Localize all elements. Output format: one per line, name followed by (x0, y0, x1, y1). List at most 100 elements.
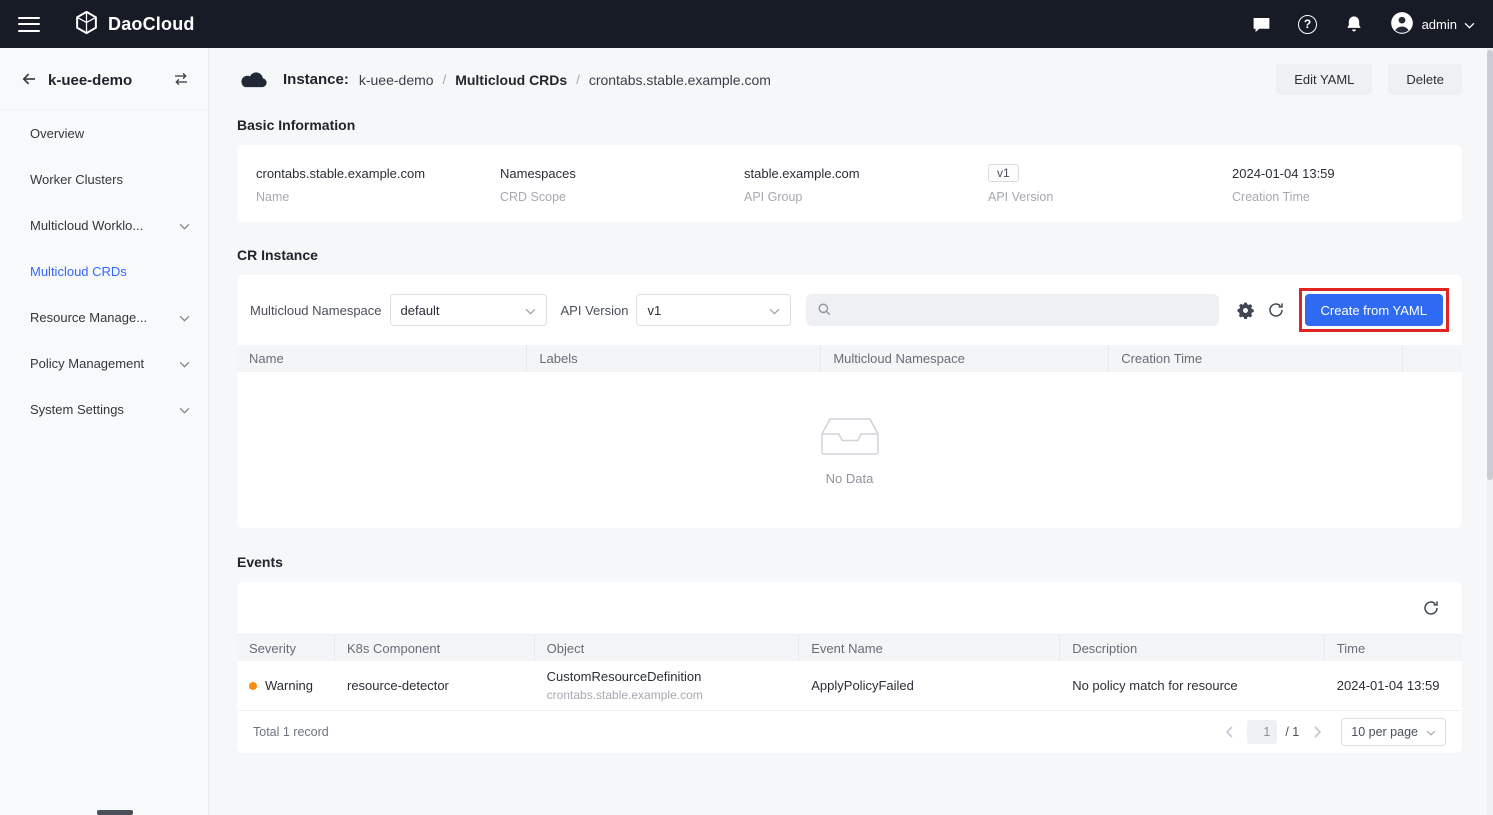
namespace-select[interactable]: default (390, 294, 547, 326)
refresh-icon[interactable] (1261, 295, 1291, 325)
no-data-icon (817, 414, 883, 461)
page-total-label: / 1 (1285, 725, 1299, 739)
annotation-highlight-box: Create from YAML (1299, 288, 1449, 332)
daocloud-logo-icon (74, 10, 99, 38)
page-header: Instance: k-uee-demo / Multicloud CRDs /… (237, 64, 1462, 95)
object-name: crontabs.stable.example.com (547, 688, 788, 702)
bell-icon[interactable] (1343, 13, 1365, 35)
instance-label: Instance: (283, 71, 349, 88)
breadcrumb-cluster[interactable]: k-uee-demo (359, 72, 434, 88)
chevron-down-icon (769, 303, 780, 318)
breadcrumb-separator: / (576, 72, 580, 87)
events-refresh-icon[interactable] (1416, 593, 1446, 623)
search-box[interactable] (806, 294, 1218, 326)
main-content: Instance: k-uee-demo / Multicloud CRDs /… (209, 48, 1493, 815)
description-value: No policy match for resource (1060, 672, 1325, 699)
field-api-version: v1 API Version (988, 162, 1232, 204)
breadcrumb-separator: / (443, 72, 447, 87)
column-object: Object (535, 635, 800, 661)
chevron-down-icon (525, 303, 536, 318)
sidebar-item-multicloud-workloads[interactable]: Multicloud Worklo... (0, 202, 208, 248)
api-version-tag: v1 (988, 164, 1019, 182)
chevron-down-icon (1464, 17, 1475, 32)
column-creation-time: Creation Time (1109, 345, 1403, 372)
next-page-icon[interactable] (1307, 722, 1327, 742)
component-value: resource-detector (335, 672, 535, 699)
cr-instance-title: CR Instance (237, 247, 1462, 263)
column-labels: Labels (527, 345, 821, 372)
field-crd-scope: Namespaces CRD Scope (500, 162, 744, 204)
sidebar-item-policy-management[interactable]: Policy Management (0, 340, 208, 386)
sidebar-item-worker-clusters[interactable]: Worker Clusters (0, 156, 208, 202)
help-glyph: ? (1298, 15, 1317, 34)
total-records-label: Total 1 record (253, 725, 329, 739)
api-version-filter-label: API Version (561, 303, 629, 318)
cluster-name: k-uee-demo (48, 72, 162, 89)
field-name: crontabs.stable.example.com Name (256, 162, 500, 204)
pagination: / 1 10 per page (1219, 718, 1446, 746)
events-table-header: Severity K8s Component Object Event Name… (237, 634, 1462, 661)
sidebar-nav: Overview Worker Clusters Multicloud Work… (0, 110, 208, 432)
sidebar-item-system-settings[interactable]: System Settings (0, 386, 208, 432)
field-api-group: stable.example.com API Group (744, 162, 988, 204)
menu-icon[interactable] (18, 17, 40, 32)
edit-yaml-button[interactable]: Edit YAML (1276, 64, 1372, 95)
column-severity: Severity (237, 635, 335, 661)
events-footer: Total 1 record / 1 10 per page (237, 711, 1462, 753)
breadcrumb-multicloud-crds[interactable]: Multicloud CRDs (455, 72, 567, 88)
page-input[interactable] (1247, 720, 1277, 744)
delete-button[interactable]: Delete (1388, 64, 1462, 95)
gear-icon[interactable] (1231, 295, 1261, 325)
breadcrumb-crd-name: crontabs.stable.example.com (589, 72, 771, 88)
object-cell: CustomResourceDefinition crontabs.stable… (535, 663, 800, 708)
horizontal-scrollbar-thumb[interactable] (97, 810, 133, 815)
search-icon (816, 301, 832, 320)
sidebar-item-resource-management[interactable]: Resource Manage... (0, 294, 208, 340)
topbar: DaoCloud ? admin (0, 0, 1493, 48)
namespace-filter-label: Multicloud Namespace (250, 303, 382, 318)
warning-dot-icon (249, 682, 257, 690)
search-input[interactable] (838, 303, 1208, 318)
severity-value: Warning (265, 678, 313, 693)
chevron-down-icon (179, 218, 190, 233)
event-row: Warning resource-detector CustomResource… (237, 661, 1462, 711)
api-version-select[interactable]: v1 (636, 294, 791, 326)
avatar (1389, 10, 1415, 39)
empty-state: No Data (237, 372, 1462, 528)
brand-logo[interactable]: DaoCloud (74, 10, 195, 38)
column-multicloud-namespace: Multicloud Namespace (821, 345, 1109, 372)
cr-table-header: Name Labels Multicloud Namespace Creatio… (237, 345, 1462, 372)
switch-cluster-icon[interactable] (172, 70, 190, 91)
column-event-name: Event Name (799, 635, 1060, 661)
basic-info-card: crontabs.stable.example.com Name Namespa… (237, 145, 1462, 222)
per-page-select[interactable]: 10 per page (1341, 718, 1446, 746)
vertical-scrollbar[interactable] (1487, 48, 1493, 815)
time-value: 2024-01-04 13:59 (1325, 672, 1462, 699)
cloud-icon (237, 68, 271, 92)
sidebar: k-uee-demo Overview Worker Clusters Mult… (0, 48, 209, 815)
column-actions (1403, 345, 1462, 372)
brand-name: DaoCloud (108, 14, 195, 35)
chevron-down-icon (179, 356, 190, 371)
chevron-down-icon (179, 402, 190, 417)
help-icon[interactable]: ? (1297, 13, 1319, 35)
chat-icon[interactable] (1251, 13, 1273, 35)
column-k8s-component: K8s Component (335, 635, 535, 661)
chevron-down-icon (179, 310, 190, 325)
prev-page-icon[interactable] (1219, 722, 1239, 742)
back-icon[interactable] (20, 70, 38, 91)
user-menu[interactable]: admin (1389, 10, 1475, 39)
events-card: Severity K8s Component Object Event Name… (237, 582, 1462, 753)
column-description: Description (1060, 635, 1325, 661)
sidebar-item-multicloud-crds[interactable]: Multicloud CRDs (0, 248, 208, 294)
create-from-yaml-button[interactable]: Create from YAML (1305, 294, 1443, 326)
basic-info-title: Basic Information (237, 117, 1462, 133)
column-time: Time (1325, 635, 1462, 661)
sidebar-item-overview[interactable]: Overview (0, 110, 208, 156)
cr-instance-card: Multicloud Namespace default API Version… (237, 275, 1462, 528)
username-label: admin (1422, 17, 1457, 32)
object-kind: CustomResourceDefinition (547, 669, 788, 684)
events-title: Events (237, 554, 1462, 570)
chevron-down-icon (1426, 725, 1436, 739)
event-name-value: ApplyPolicyFailed (799, 672, 1060, 699)
